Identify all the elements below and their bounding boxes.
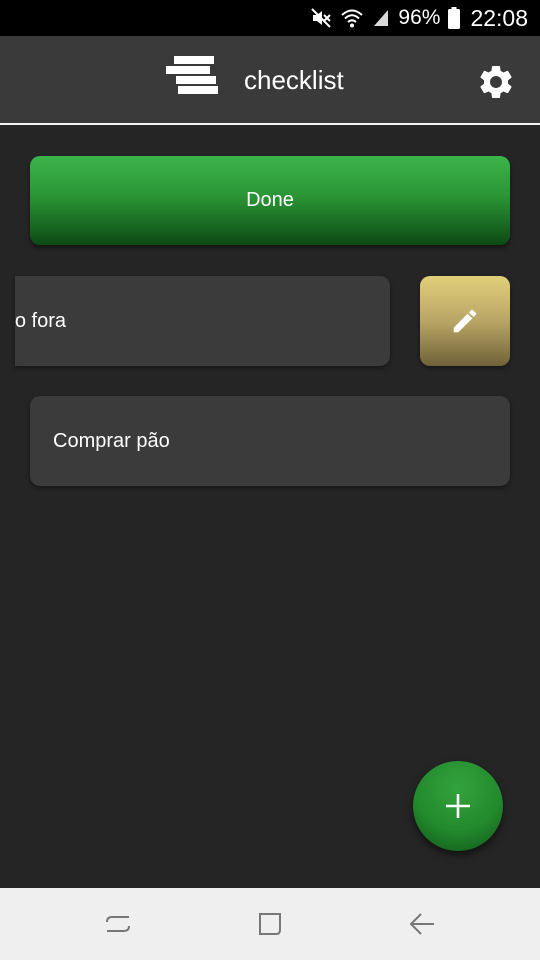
add-task-button[interactable] bbox=[413, 761, 503, 851]
page-title: checklist bbox=[244, 65, 344, 95]
system-nav-bar bbox=[0, 888, 540, 960]
signal-icon bbox=[372, 8, 390, 28]
status-bar: 96% 22:08 bbox=[0, 0, 540, 36]
pencil-icon bbox=[453, 309, 477, 333]
recent-apps-button[interactable] bbox=[102, 908, 134, 940]
task-label: o fora bbox=[15, 309, 66, 332]
wifi-icon bbox=[340, 7, 364, 29]
battery-icon bbox=[448, 7, 461, 29]
home-button[interactable] bbox=[254, 908, 286, 940]
list-logo-icon bbox=[166, 56, 222, 100]
gear-icon bbox=[480, 65, 512, 98]
plus-icon bbox=[446, 794, 470, 818]
task-label: Comprar pão bbox=[53, 429, 170, 452]
edit-task-button[interactable] bbox=[420, 276, 510, 366]
battery-percent: 96% bbox=[398, 6, 441, 29]
task-item-swiped[interactable]: o fora bbox=[15, 276, 390, 366]
done-button-label: Done bbox=[246, 189, 294, 211]
back-button[interactable] bbox=[406, 908, 438, 940]
app-screen: 96% 22:08 checklist Done o fora Comprar … bbox=[0, 0, 540, 960]
app-bar: checklist bbox=[0, 36, 540, 125]
recent-apps-icon bbox=[106, 916, 130, 932]
clock: 22:08 bbox=[470, 4, 528, 31]
home-icon bbox=[259, 913, 281, 935]
task-item[interactable]: Comprar pão bbox=[30, 396, 510, 486]
back-icon bbox=[409, 913, 434, 935]
mute-icon bbox=[310, 7, 332, 29]
settings-button[interactable] bbox=[474, 60, 518, 104]
done-button[interactable]: Done bbox=[30, 156, 510, 245]
